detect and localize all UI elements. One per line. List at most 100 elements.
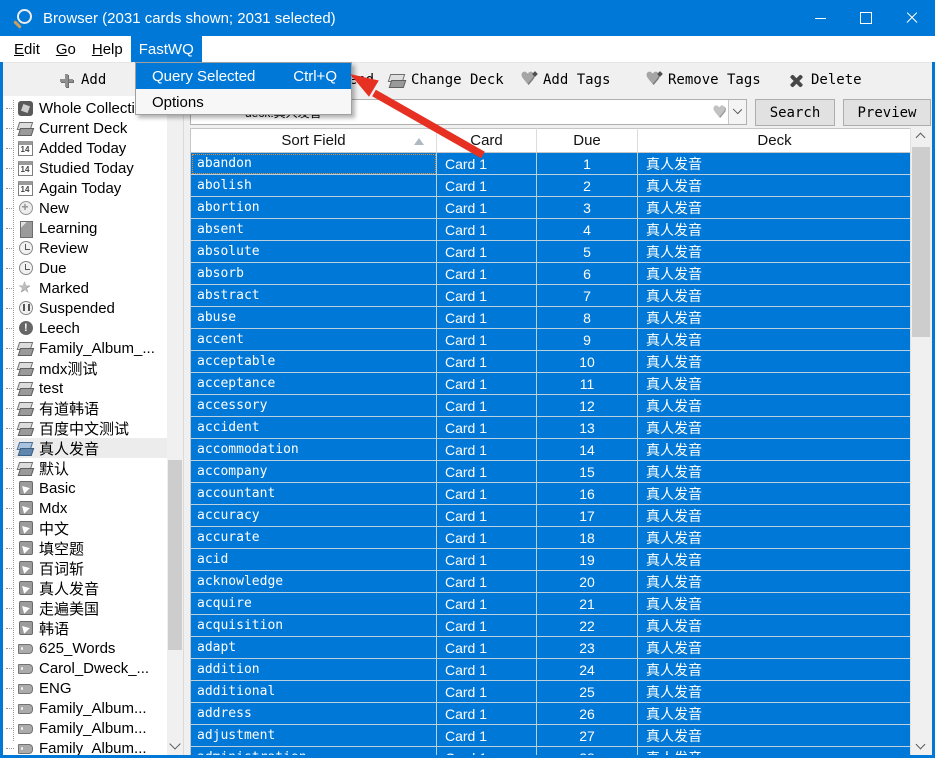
table-row[interactable]: abolish Card 1 2 真人发音 [191, 175, 911, 197]
table-row[interactable]: adjustment Card 1 27 真人发音 [191, 725, 911, 747]
search-button[interactable]: Search [755, 99, 835, 126]
table-row[interactable]: acceptance Card 1 11 真人发音 [191, 373, 911, 395]
menubar-item[interactable]: Help [84, 36, 131, 62]
deck-icon [17, 120, 34, 137]
sidebar-scrollbar[interactable] [167, 96, 183, 755]
table-row[interactable]: accountant Card 1 16 真人发音 [191, 483, 911, 505]
scroll-down-button[interactable] [911, 738, 931, 755]
sidebar-item[interactable]: 有道韩语 [6, 398, 167, 418]
table-row[interactable]: addition Card 1 24 真人发音 [191, 659, 911, 681]
sidebar-item[interactable]: Mdx [6, 498, 167, 518]
sidebar-item[interactable]: ENG [6, 678, 167, 698]
scrollbar-thumb[interactable] [912, 147, 930, 337]
sidebar-item[interactable]: mdx测试 [6, 358, 167, 378]
sidebar-item[interactable]: 真人发音 [6, 438, 167, 458]
table-row[interactable]: administration Card 1 28 真人发音 [191, 747, 911, 755]
sidebar-item[interactable]: Carol_Dweck_... [6, 658, 167, 678]
tag-icon [17, 720, 34, 737]
sidebar-item[interactable]: Leech [6, 318, 167, 338]
menu-item[interactable]: Options [136, 89, 351, 115]
search-history-dropdown[interactable] [728, 100, 746, 124]
table-row[interactable]: accurate Card 1 18 真人发音 [191, 527, 911, 549]
menubar-item[interactable]: Edit [6, 36, 48, 62]
table-row[interactable]: acquisition Card 1 22 真人发音 [191, 615, 911, 637]
scrollbar-thumb[interactable] [168, 460, 182, 650]
toolbar-button[interactable]: Remove Tags [645, 63, 761, 97]
sidebar-item[interactable]: Review [6, 238, 167, 258]
table-row[interactable]: accident Card 1 13 真人发音 [191, 417, 911, 439]
sidebar-item[interactable]: New [6, 198, 167, 218]
sidebar-item[interactable]: 625_Words [6, 638, 167, 658]
table-row[interactable]: abstract Card 1 7 真人发音 [191, 285, 911, 307]
cell-deck: 真人发音 [638, 219, 911, 241]
sidebar-item[interactable]: Again Today [6, 178, 167, 198]
cell-card: Card 1 [437, 175, 537, 197]
menu-item[interactable]: Query Selected Ctrl+Q [136, 63, 351, 89]
toolbar-button[interactable]: Add [58, 63, 106, 97]
cell-due: 10 [537, 351, 638, 373]
table-row[interactable]: acquire Card 1 21 真人发音 [191, 593, 911, 615]
sidebar-item[interactable]: Learning [6, 218, 167, 238]
sidebar-item[interactable]: Added Today [6, 138, 167, 158]
sidebar-item[interactable]: 百度中文测试 [6, 418, 167, 438]
sidebar-item[interactable]: Current Deck [6, 118, 167, 138]
table-row[interactable]: adapt Card 1 23 真人发音 [191, 637, 911, 659]
table-row[interactable]: absorb Card 1 6 真人发音 [191, 263, 911, 285]
sidebar-item[interactable]: Family_Album_... [6, 338, 167, 358]
sidebar-item[interactable]: Basic [6, 478, 167, 498]
table-row[interactable]: absent Card 1 4 真人发音 [191, 219, 911, 241]
table-row[interactable]: abortion Card 1 3 真人发音 [191, 197, 911, 219]
sidebar-item[interactable]: Suspended [6, 298, 167, 318]
table-row[interactable]: accompany Card 1 15 真人发音 [191, 461, 911, 483]
sidebar-item[interactable]: 走遍美国 [6, 598, 167, 618]
maximize-button[interactable] [843, 0, 889, 36]
cell-card: Card 1 [437, 725, 537, 747]
sidebar-item[interactable]: Due [6, 258, 167, 278]
sidebar-item[interactable]: Family_Album... [6, 718, 167, 738]
close-button[interactable] [889, 0, 935, 36]
cell-due: 24 [537, 659, 638, 681]
scroll-up-button[interactable] [911, 128, 931, 145]
column-header[interactable]: Card [437, 128, 537, 153]
sidebar-item[interactable]: 默认 [6, 458, 167, 478]
preview-button[interactable]: Preview [843, 99, 931, 126]
sidebar-item[interactable]: Family_Album... [6, 738, 167, 755]
table-row[interactable]: acknowledge Card 1 20 真人发音 [191, 571, 911, 593]
sidebar-splitter[interactable] [183, 96, 190, 755]
toolbar-button[interactable]: Delete [788, 63, 862, 97]
sidebar-item[interactable]: 百词斩 [6, 558, 167, 578]
column-header[interactable]: Due [537, 128, 638, 153]
favorite-heart-icon[interactable]: ♥ [712, 102, 726, 121]
table-row[interactable]: acid Card 1 19 真人发音 [191, 549, 911, 571]
cell-deck: 真人发音 [638, 703, 911, 725]
column-header[interactable]: Deck [638, 128, 911, 153]
sidebar-item[interactable]: Marked [6, 278, 167, 298]
sidebar-item[interactable]: 韩语 [6, 618, 167, 638]
cell-deck: 真人发音 [638, 527, 911, 549]
scroll-down-icon[interactable] [169, 738, 181, 750]
table-scrollbar[interactable] [910, 128, 931, 755]
menubar-item[interactable]: Go [48, 36, 84, 62]
toolbar-button[interactable]: Add Tags [520, 63, 610, 97]
sidebar-item[interactable]: Studied Today [6, 158, 167, 178]
menubar-item[interactable]: FastWQ [130, 36, 202, 62]
column-header[interactable]: Sort Field [191, 128, 437, 153]
sidebar-item[interactable]: 填空题 [6, 538, 167, 558]
table-row[interactable]: accessory Card 1 12 真人发音 [191, 395, 911, 417]
sidebar-item[interactable]: 中文 [6, 518, 167, 538]
table-row[interactable]: accent Card 1 9 真人发音 [191, 329, 911, 351]
table-row[interactable]: abandon Card 1 1 真人发音 [191, 153, 911, 175]
toolbar-button[interactable]: Change Deck [388, 63, 504, 97]
sidebar-item[interactable]: 真人发音 [6, 578, 167, 598]
sidebar-item[interactable]: Family_Album... [6, 698, 167, 718]
table-row[interactable]: absolute Card 1 5 真人发音 [191, 241, 911, 263]
sidebar-item[interactable]: test [6, 378, 167, 398]
cell-deck: 真人发音 [638, 725, 911, 747]
table-row[interactable]: additional Card 1 25 真人发音 [191, 681, 911, 703]
table-row[interactable]: acceptable Card 1 10 真人发音 [191, 351, 911, 373]
table-row[interactable]: accuracy Card 1 17 真人发音 [191, 505, 911, 527]
table-row[interactable]: address Card 1 26 真人发音 [191, 703, 911, 725]
minimize-button[interactable] [797, 0, 843, 36]
table-row[interactable]: accommodation Card 1 14 真人发音 [191, 439, 911, 461]
table-row[interactable]: abuse Card 1 8 真人发音 [191, 307, 911, 329]
